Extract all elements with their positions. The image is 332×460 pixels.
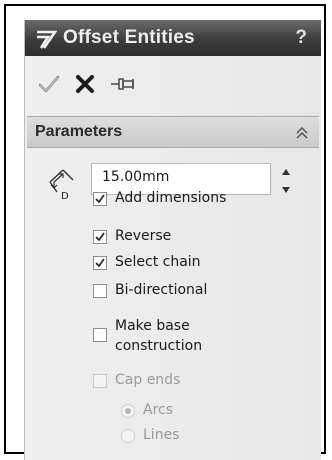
radio-selected-dot [125,408,131,414]
add-dimensions-label: Add dimensions [115,190,227,206]
lines-label: Lines [143,427,180,443]
check-mark-icon [95,232,105,242]
offset-entities-icon [37,30,57,49]
make-base-construction-label-line-2: construction [115,338,203,354]
add-dimensions-checkbox[interactable] [93,192,107,206]
pushpin-icon[interactable] [109,72,137,96]
offset-distance-icon: D [49,169,74,202]
select-chain-checkbox[interactable] [93,256,107,270]
parameters-group-title: Parameters [35,123,123,140]
make-base-construction-label-line-1: Make base [115,318,190,334]
lines-radio [121,429,135,443]
parameters-group-header[interactable]: Parameters [27,116,319,148]
reverse-checkbox[interactable] [93,230,107,244]
distance-icon-label: D [61,191,69,202]
bi-directional-label: Bi-directional [115,282,208,298]
help-icon[interactable]: ? [295,27,307,49]
action-toolbar [25,56,321,114]
checkmark-icon[interactable] [37,72,61,96]
make-base-construction-checkbox[interactable] [93,328,107,342]
cancel-x-icon[interactable] [73,72,97,96]
title-bar: Offset Entities ? [25,20,321,56]
check-mark-icon [95,194,105,204]
property-manager-panel: Offset Entities ? Parameters D 15.00mm A… [24,20,321,460]
arcs-label: Arcs [143,402,174,418]
bi-directional-checkbox[interactable] [93,284,107,298]
collapse-chevron-icon[interactable] [295,126,309,140]
cap-ends-label: Cap ends [115,372,181,388]
panel-title: Offset Entities [63,27,195,48]
check-mark-icon [95,258,105,268]
cap-ends-checkbox [93,374,107,388]
reverse-label: Reverse [115,228,172,244]
arcs-radio [121,404,135,418]
distance-spinner[interactable] [279,166,293,196]
select-chain-label: Select chain [115,254,201,270]
